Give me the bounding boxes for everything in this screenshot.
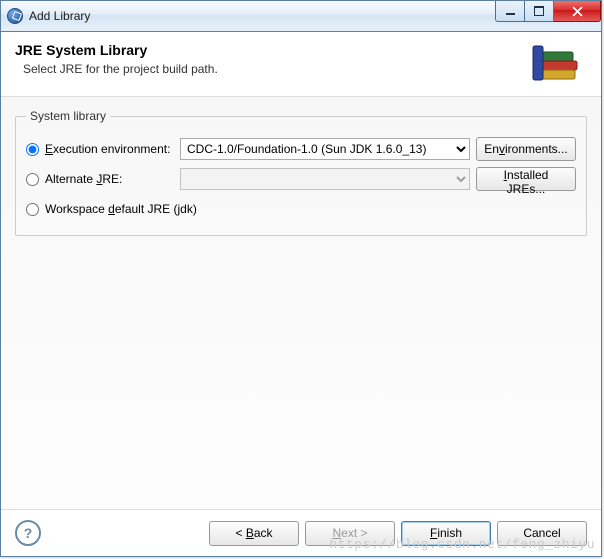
radio-alternate-jre-input[interactable] [26, 173, 39, 186]
system-library-group: System library Execution environment: CD… [15, 109, 587, 236]
wizard-footer: ? < Back Next > Finish Cancel [1, 509, 601, 556]
library-books-icon [531, 42, 587, 84]
maximize-button[interactable] [525, 1, 554, 22]
finish-button[interactable]: Finish [401, 521, 491, 546]
app-icon [7, 8, 23, 24]
page-title: JRE System Library [15, 42, 531, 58]
row-alternate-jre: Alternate JRE: Installed JREs... [26, 167, 576, 191]
titlebar: Add Library [1, 1, 601, 32]
help-button[interactable]: ? [15, 520, 41, 546]
environments-button[interactable]: Environments... [476, 137, 576, 161]
close-button[interactable] [554, 1, 601, 22]
next-button[interactable]: Next > [305, 521, 395, 546]
radio-execution-environment[interactable]: Execution environment: [26, 142, 174, 156]
close-icon [572, 6, 583, 17]
row-workspace-default: Workspace default JRE (jdk) [26, 197, 576, 221]
dialog-window: Add Library JRE System Library Select JR… [0, 0, 602, 557]
execution-environment-select[interactable]: CDC-1.0/Foundation-1.0 (Sun JDK 1.6.0_13… [180, 138, 470, 160]
row-execution-environment: Execution environment: CDC-1.0/Foundatio… [26, 137, 576, 161]
minimize-button[interactable] [495, 1, 525, 22]
page-subtitle: Select JRE for the project build path. [15, 62, 531, 76]
window-title: Add Library [29, 9, 495, 23]
group-legend: System library [26, 109, 110, 123]
radio-workspace-default-input[interactable] [26, 203, 39, 216]
alternate-jre-select[interactable] [180, 168, 470, 190]
installed-jres-button[interactable]: Installed JREs... [476, 167, 576, 191]
back-button[interactable]: < Back [209, 521, 299, 546]
radio-alternate-jre[interactable]: Alternate JRE: [26, 172, 174, 186]
window-controls [495, 1, 601, 21]
radio-workspace-default[interactable]: Workspace default JRE (jdk) [26, 202, 197, 216]
wizard-body: System library Execution environment: CD… [1, 97, 601, 509]
radio-execution-environment-input[interactable] [26, 143, 39, 156]
wizard-header: JRE System Library Select JRE for the pr… [1, 32, 601, 97]
cancel-button[interactable]: Cancel [497, 521, 587, 546]
